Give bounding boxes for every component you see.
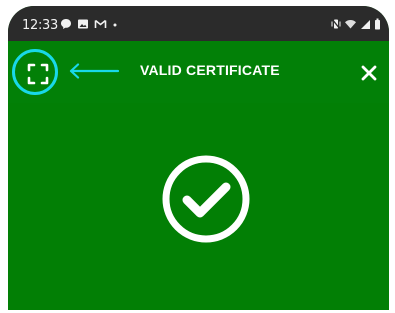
status-time: 12:33	[22, 18, 58, 33]
wifi-icon	[344, 18, 357, 34]
fullscreen-scan-icon[interactable]	[27, 63, 49, 85]
signal-icon	[360, 18, 371, 34]
status-left-icons	[60, 18, 118, 34]
vibrate-mute-icon	[331, 18, 341, 34]
phone-screen: 12:33 VALID CERTIFICATE	[8, 6, 389, 310]
chat-icon	[60, 18, 72, 34]
status-bar: 12:33	[8, 6, 389, 41]
status-right-icons	[331, 18, 381, 34]
check-circle-icon	[162, 155, 250, 243]
arrow-left-icon	[69, 63, 120, 79]
app-bar: VALID CERTIFICATE	[8, 41, 389, 103]
page-title: VALID CERTIFICATE	[140, 62, 280, 78]
battery-icon	[374, 18, 381, 34]
highlight-circle	[12, 49, 58, 95]
close-icon	[361, 65, 377, 81]
dot-icon	[112, 18, 118, 34]
result-panel	[8, 103, 389, 310]
gmail-icon	[94, 18, 107, 34]
image-icon	[77, 18, 89, 34]
close-button[interactable]	[349, 53, 389, 93]
